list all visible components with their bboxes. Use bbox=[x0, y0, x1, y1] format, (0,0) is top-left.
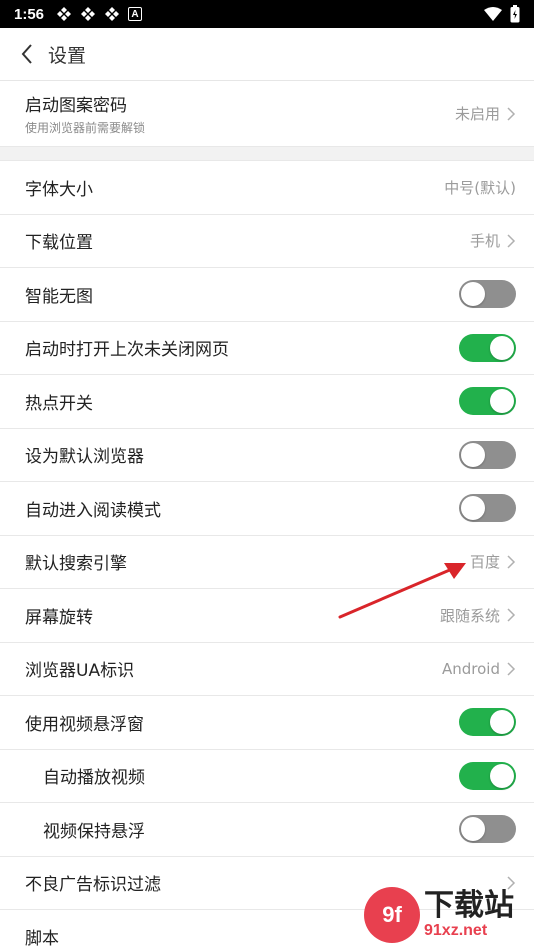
settings-list: 字体大小 中号(默认) 下载位置 手机智能无图启动时打开上次未关闭网页 热点开关设为默认… bbox=[0, 161, 534, 950]
chevron-right-icon bbox=[507, 662, 516, 676]
toggle-switch[interactable] bbox=[459, 708, 516, 737]
setting-row[interactable]: 热点开关 bbox=[0, 375, 534, 429]
setting-label: 自动进入阅读模式 bbox=[25, 500, 161, 521]
toggle-knob bbox=[461, 817, 485, 842]
setting-label: 设为默认浏览器 bbox=[25, 447, 144, 468]
setting-label: 自动播放视频 bbox=[43, 768, 145, 789]
setting-label: 下载位置 bbox=[25, 233, 93, 254]
battery-icon bbox=[510, 5, 520, 23]
setting-row[interactable]: 启动时打开上次未关闭网页 bbox=[0, 321, 534, 375]
toggle-switch[interactable] bbox=[459, 387, 516, 416]
setting-value: 中号(默认) bbox=[444, 178, 516, 197]
toggle-switch[interactable] bbox=[459, 280, 516, 309]
toggle-switch[interactable] bbox=[459, 815, 516, 844]
watermark: 9f 下载站 91xz.net bbox=[364, 880, 534, 950]
setting-label: 屏幕旋转 bbox=[25, 607, 93, 628]
toggle-knob bbox=[461, 282, 485, 307]
chevron-right-icon bbox=[507, 608, 516, 622]
toggle-knob bbox=[461, 496, 485, 521]
setting-row[interactable]: 设为默认浏览器 bbox=[0, 428, 534, 482]
setting-label: 字体大小 bbox=[25, 179, 93, 200]
watermark-url: 91xz.net bbox=[424, 922, 488, 939]
setting-label: 视频保持悬浮 bbox=[43, 821, 145, 842]
toggle-knob bbox=[490, 763, 514, 788]
setting-row[interactable]: 智能无图 bbox=[0, 268, 534, 322]
toggle-switch[interactable] bbox=[459, 761, 516, 790]
setting-subtitle: 使用浏览器前需要解锁 bbox=[25, 121, 146, 135]
setting-row[interactable]: 自动播放视频 bbox=[0, 749, 534, 803]
page-title: 设置 bbox=[48, 44, 87, 67]
setting-row[interactable]: 下载位置 手机 bbox=[0, 214, 534, 268]
setting-label: 启动时打开上次未关闭网页 bbox=[25, 340, 229, 361]
setting-row[interactable]: 视频保持悬浮 bbox=[0, 803, 534, 857]
wifi-icon bbox=[484, 7, 502, 21]
notification-icon bbox=[105, 7, 120, 21]
toggle-switch[interactable] bbox=[459, 333, 516, 362]
status-bar: 1:56 A bbox=[0, 0, 534, 28]
toggle-knob bbox=[490, 389, 514, 414]
setting-pattern-lock[interactable]: 启动图案密码 使用浏览器前需要解锁 未启用 bbox=[0, 81, 534, 147]
setting-label: 热点开关 bbox=[25, 393, 93, 414]
back-arrow-icon bbox=[21, 44, 32, 64]
chevron-right-icon bbox=[507, 106, 516, 121]
toggle-switch[interactable] bbox=[459, 494, 516, 523]
setting-label: 默认搜索引擎 bbox=[25, 554, 127, 575]
notification-icon bbox=[57, 7, 72, 21]
toggle-switch[interactable] bbox=[459, 440, 516, 469]
chevron-right-icon bbox=[507, 555, 516, 569]
toggle-knob bbox=[490, 335, 514, 360]
section-divider bbox=[0, 147, 534, 161]
setting-label: 使用视频悬浮窗 bbox=[25, 714, 144, 735]
setting-value: 跟随系统 bbox=[439, 606, 500, 625]
setting-row[interactable]: 默认搜索引擎 百度 bbox=[0, 535, 534, 589]
setting-label: 浏览器UA标识 bbox=[25, 661, 135, 682]
setting-row[interactable]: 浏览器UA标识 Android bbox=[0, 642, 534, 696]
setting-label: 智能无图 bbox=[25, 286, 93, 307]
setting-value: Android bbox=[442, 659, 500, 678]
chevron-right-icon bbox=[507, 234, 516, 248]
setting-row[interactable]: 字体大小 中号(默认) bbox=[0, 161, 534, 215]
setting-value: 百度 bbox=[469, 553, 500, 572]
setting-row[interactable]: 自动进入阅读模式 bbox=[0, 482, 534, 536]
setting-row[interactable]: 使用视频悬浮窗 bbox=[0, 696, 534, 750]
status-time: 1:56 bbox=[14, 5, 45, 23]
setting-label: 不良广告标识过滤 bbox=[25, 875, 161, 896]
app-bar: 设置 bbox=[0, 28, 534, 81]
toggle-knob bbox=[461, 442, 485, 467]
setting-value: 未启用 bbox=[454, 105, 500, 123]
setting-label: 启动图案密码 bbox=[25, 96, 127, 116]
a-indicator-icon: A bbox=[128, 7, 143, 21]
back-button[interactable] bbox=[14, 41, 40, 67]
notification-icon bbox=[81, 7, 96, 21]
setting-label: 脚本 bbox=[25, 928, 59, 949]
watermark-logo: 9f bbox=[364, 887, 420, 943]
watermark-title: 下载站 bbox=[424, 888, 514, 923]
toggle-knob bbox=[490, 710, 514, 735]
setting-value: 手机 bbox=[469, 232, 500, 251]
setting-row[interactable]: 屏幕旋转 跟随系统 bbox=[0, 589, 534, 643]
